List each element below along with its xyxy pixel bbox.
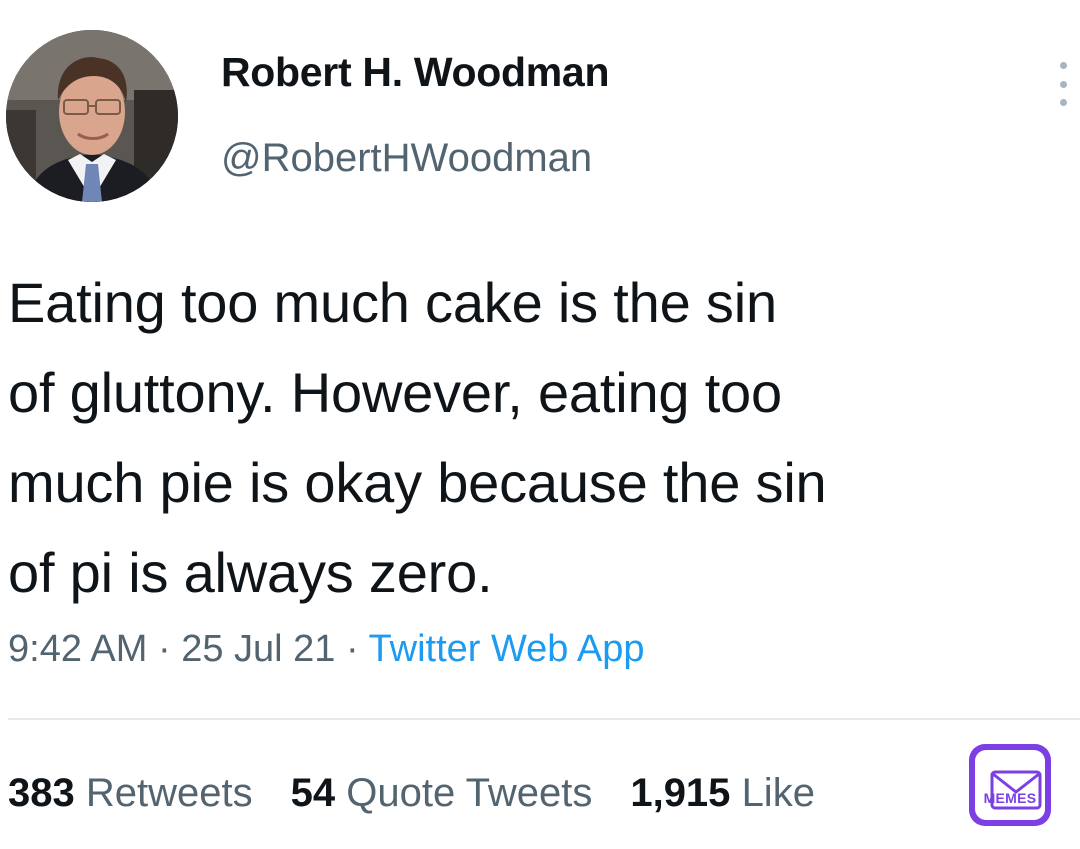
profile-photo	[6, 30, 178, 202]
tweet-date[interactable]: 25 Jul 21	[181, 628, 335, 670]
retweets-count: 383	[8, 771, 75, 815]
tweet-meta: 9:42 AM · 25 Jul 21 · Twitter Web App	[8, 630, 645, 668]
more-dot	[1059, 80, 1067, 88]
author-handle[interactable]: @RobertHWoodman	[221, 138, 592, 178]
quote-tweets-label: Quote Tweets	[346, 771, 593, 815]
quote-tweets-stat[interactable]: 54 Quote Tweets	[291, 771, 593, 815]
more-dot	[1059, 62, 1067, 69]
more-dot	[1059, 99, 1067, 106]
watermark-inner: MEMES	[975, 750, 1045, 820]
meta-separator: ·	[346, 628, 359, 670]
divider	[8, 718, 1080, 720]
avatar[interactable]	[6, 30, 178, 202]
quote-tweets-count: 54	[290, 771, 336, 815]
retweets-stat[interactable]: 383 Retweets	[8, 771, 253, 815]
meta-separator: ·	[157, 628, 171, 670]
likes-count: 1,915	[630, 771, 731, 815]
likes-label: Like	[741, 771, 815, 815]
tweet-time[interactable]: 9:42 AM	[8, 628, 147, 670]
author-display-name[interactable]: Robert H. Woodman	[221, 52, 609, 93]
watermark-text: MEMES	[983, 790, 1037, 806]
likes-stat[interactable]: 1,915 Like	[630, 771, 815, 815]
tweet-stats: 383 Retweets 54 Quote Tweets 1,915 Like	[8, 773, 815, 813]
tweet-source-link[interactable]: Twitter Web App	[369, 628, 645, 670]
more-options-icon[interactable]	[1052, 62, 1074, 106]
tweet-text: Eating too much cake is the sin of glutt…	[8, 271, 827, 604]
retweets-label: Retweets	[85, 771, 253, 815]
memes-logo-icon: MEMES	[969, 744, 1051, 826]
